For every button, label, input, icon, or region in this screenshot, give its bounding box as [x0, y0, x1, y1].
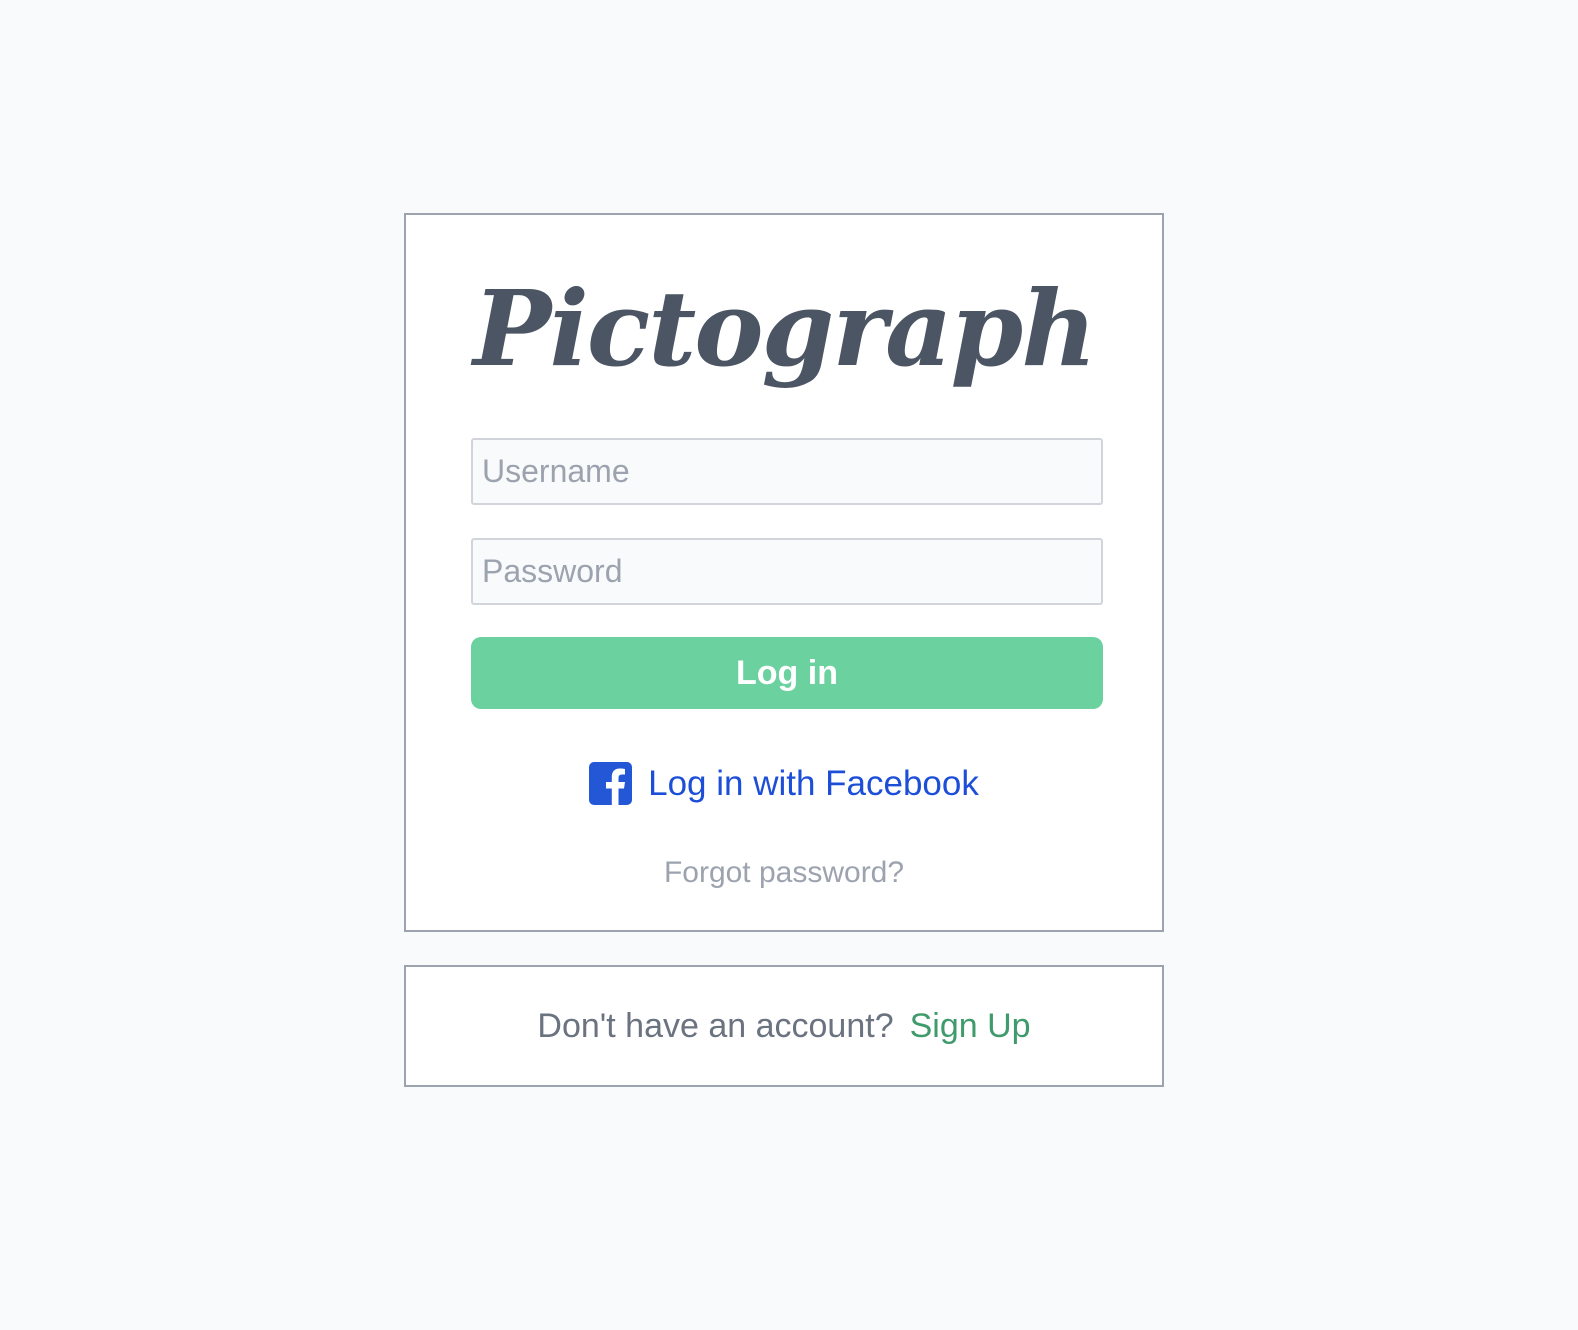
- login-card: Pictograph Log in Log in with Facebook F…: [404, 213, 1164, 932]
- signup-question: Don't have an account?: [537, 1006, 894, 1045]
- facebook-login-link[interactable]: Log in with Facebook: [406, 762, 1162, 805]
- forgot-password-link[interactable]: Forgot password?: [406, 856, 1162, 890]
- password-input[interactable]: [471, 538, 1103, 605]
- facebook-login-label: Log in with Facebook: [648, 763, 979, 803]
- app-logo: Pictograph: [473, 267, 1097, 390]
- signup-link[interactable]: Sign Up: [910, 1007, 1031, 1046]
- username-input[interactable]: [471, 438, 1103, 505]
- login-page: Pictograph Log in Log in with Facebook F…: [0, 0, 1578, 1330]
- facebook-icon: [589, 762, 633, 805]
- login-button[interactable]: Log in: [471, 637, 1103, 709]
- signup-card: Don't have an account? Sign Up: [404, 965, 1164, 1087]
